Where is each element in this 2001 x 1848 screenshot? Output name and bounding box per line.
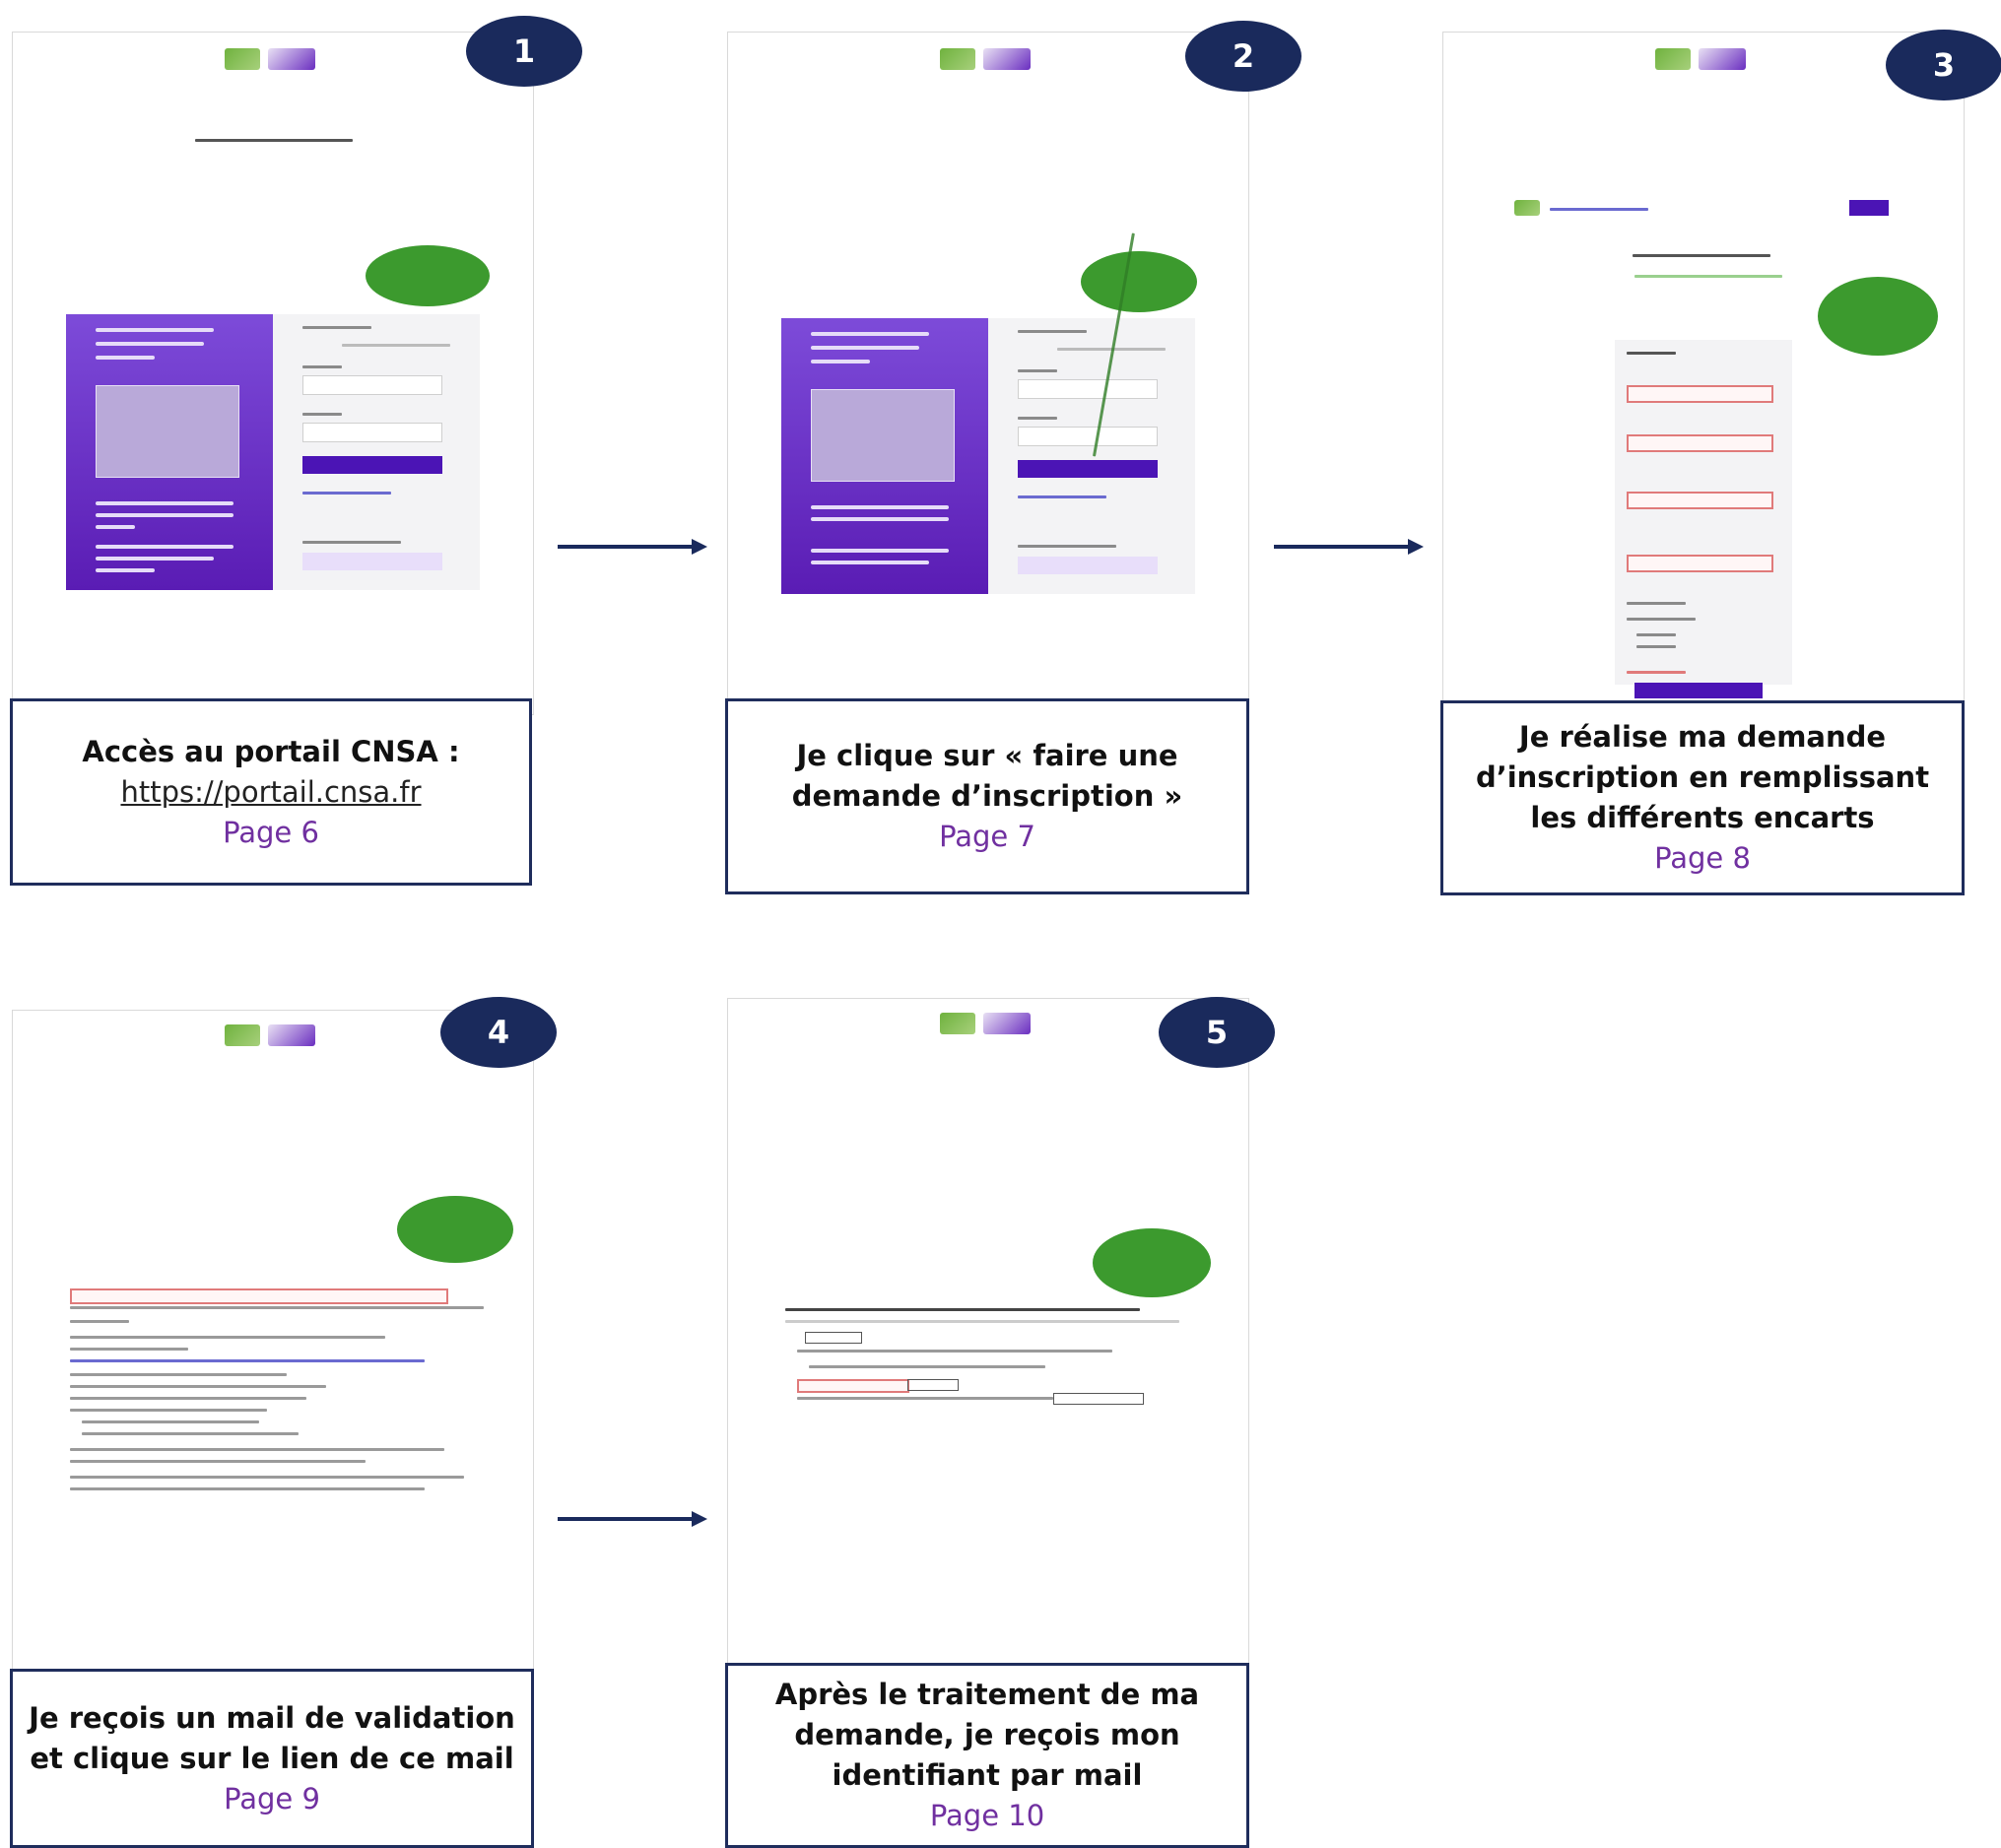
step-5-screenshot	[727, 998, 1249, 1689]
step-5-badge: 5	[1159, 997, 1275, 1068]
arrow-right-icon	[558, 539, 707, 555]
step-5-caption: Après le traitement de ma demande, je re…	[725, 1663, 1249, 1848]
cnsa-logo	[1655, 48, 1746, 70]
step-3-callout	[1818, 277, 1938, 356]
step-3-page-ref[interactable]: Page 8	[1654, 838, 1751, 879]
step-3-caption: Je réalise ma demande d’inscription en r…	[1440, 700, 1965, 895]
step-3-screenshot	[1442, 32, 1965, 715]
step-2-title: Je clique sur « faire une demande d’insc…	[791, 739, 1183, 813]
step-2-badge: 2	[1185, 21, 1301, 92]
step-4-page-ref[interactable]: Page 9	[224, 1779, 320, 1819]
step-3-badge: 3	[1886, 30, 2001, 100]
cnsa-logo	[225, 48, 315, 70]
step-3-title: Je réalise ma demande d’inscription en r…	[1475, 720, 1930, 834]
cnsa-logo	[940, 1013, 1031, 1034]
arrow-right-icon	[558, 1511, 707, 1527]
step-4-title: Je reçois un mail de validation et cliqu…	[29, 1700, 515, 1775]
step-1-caption: Accès au portail CNSA : https://portail.…	[10, 698, 532, 886]
step-2-callout	[1081, 251, 1197, 312]
step-4-screenshot	[12, 1010, 534, 1701]
cnsa-logo	[225, 1024, 315, 1046]
step-2-page-ref[interactable]: Page 7	[939, 817, 1035, 857]
step-2-screenshot	[727, 32, 1249, 715]
step-1-badge: 1	[466, 16, 582, 87]
cnsa-logo	[940, 48, 1031, 70]
step-4-badge: 4	[440, 997, 557, 1068]
step-1-screenshot	[12, 32, 534, 715]
step-4-caption: Je reçois un mail de validation et cliqu…	[10, 1669, 534, 1848]
portal-link[interactable]: https://portail.cnsa.fr	[120, 772, 421, 813]
step-5-title: Après le traitement de ma demande, je re…	[774, 1678, 1200, 1792]
step-5-callout	[1093, 1228, 1211, 1297]
step-5-page-ref[interactable]: Page 10	[930, 1796, 1044, 1836]
step-2-caption: Je clique sur « faire une demande d’insc…	[725, 698, 1249, 894]
step-4-callout	[397, 1196, 513, 1263]
step-1-title: Accès au portail CNSA :	[82, 734, 460, 768]
step-1-page-ref[interactable]: Page 6	[223, 813, 319, 853]
arrow-right-icon	[1274, 539, 1424, 555]
step-1-callout	[366, 245, 490, 306]
